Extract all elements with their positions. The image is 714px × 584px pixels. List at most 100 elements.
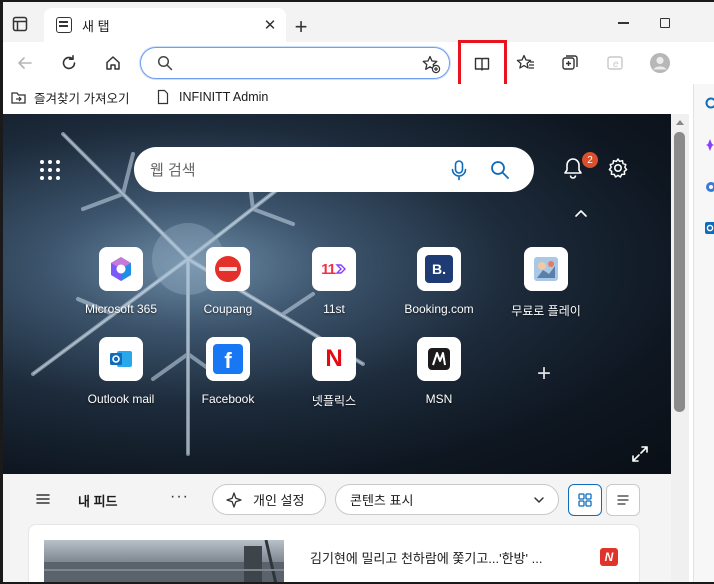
waffle-dot [48, 176, 52, 180]
list-view-icon [617, 495, 629, 505]
ie-mode-button[interactable]: e [599, 47, 631, 79]
tile-label: Coupang [203, 302, 253, 316]
expand-background-button[interactable] [630, 444, 650, 464]
tile-label: Facebook [201, 392, 255, 406]
quick-link-coupang[interactable]: Coupang [178, 247, 278, 329]
game-icon [524, 247, 568, 291]
quick-link-netflix[interactable]: N 넷플릭스 [284, 337, 384, 419]
waffle-dot [40, 176, 44, 180]
booking-logo: B. [425, 255, 453, 283]
tile-label: MSN [425, 392, 453, 406]
scroll-up-icon[interactable] [675, 117, 685, 127]
refresh-button[interactable] [53, 47, 85, 79]
expand-arrows-icon [632, 446, 648, 462]
tab-new-tab[interactable]: 새 탭 ✕ [44, 8, 286, 42]
favorites-star-list-icon [516, 54, 534, 69]
waffle-dot [48, 168, 52, 172]
quick-link-microsoft-365[interactable]: Microsoft 365 [71, 247, 171, 329]
waffle-dot [48, 160, 52, 164]
tile-label: 무료로 플레이 [511, 304, 581, 318]
highlight-annotation-box [458, 40, 507, 89]
quick-link-msn[interactable]: MSN [389, 337, 489, 419]
tile-label: 넷플릭스 [311, 394, 357, 408]
content-display-label: 콘텐츠 표시 [350, 493, 414, 508]
favorites-button[interactable] [510, 47, 542, 79]
collections-button[interactable] [554, 47, 586, 79]
grid-view-button[interactable] [568, 484, 602, 516]
sidebar-copilot-icon[interactable] [703, 138, 714, 152]
feed-menu-button[interactable] [34, 490, 52, 508]
address-input[interactable] [181, 54, 411, 72]
scrollbar-thumb[interactable] [674, 132, 685, 412]
feed-title: 내 피드 [78, 494, 118, 509]
sidebar-search-icon[interactable] [703, 96, 714, 110]
tile-label: Microsoft 365 [84, 302, 158, 316]
waffle-dot [40, 168, 44, 172]
personalize-button[interactable]: 개인 설정 [212, 484, 326, 515]
feed-more-button[interactable]: ··· [170, 488, 189, 506]
tile-label: Outlook mail [87, 392, 155, 406]
import-favorites-icon [11, 92, 26, 104]
11st-icon: 11 [312, 247, 356, 291]
add-favorite-star-icon[interactable] [421, 54, 441, 74]
quick-link-free-games[interactable]: 무료로 플레이 [496, 247, 596, 329]
profile-button[interactable] [644, 47, 676, 79]
waffle-dot [40, 160, 44, 164]
tile-label: 11st [323, 302, 345, 316]
favorites-item-label: INFINITT Admin [179, 90, 269, 104]
internet-explorer-icon: e [607, 56, 623, 70]
news-card-image[interactable] [44, 540, 284, 584]
hamburger-menu-icon [36, 494, 50, 504]
avatar-icon [650, 53, 670, 73]
tab-actions-icon [12, 16, 28, 32]
svg-text:e: e [613, 59, 619, 70]
coupang-icon [206, 247, 250, 291]
app-launcher-button[interactable] [40, 160, 60, 180]
tab-title: 새 탭 [82, 18, 110, 34]
web-search-box[interactable]: 웹 검색 [134, 147, 534, 192]
favorites-bar-item-infinitt[interactable]: INFINITT Admin [156, 86, 268, 108]
waffle-dot [56, 160, 60, 164]
address-bar[interactable] [140, 47, 450, 79]
back-arrow-icon [18, 57, 32, 69]
quick-link-facebook[interactable]: f Facebook [178, 337, 278, 419]
grid-view-icon [578, 493, 592, 507]
refresh-icon [62, 55, 76, 70]
news-photo-art [44, 540, 284, 584]
home-button[interactable] [97, 47, 129, 79]
add-quick-link-button[interactable]: + [528, 358, 560, 390]
quick-link-outlook[interactable]: Outlook mail [71, 337, 171, 419]
back-button[interactable] [9, 47, 41, 79]
quick-link-booking[interactable]: B. Booking.com [389, 247, 489, 329]
favorites-item-label: 즐겨찾기 가져오기 [34, 91, 130, 106]
search-submit-icon[interactable] [490, 160, 510, 180]
news-headline[interactable]: 김기현에 밀리고 천하람에 쫓기고...'한방' ... [310, 548, 542, 567]
maximize-button[interactable] [650, 12, 680, 34]
collapse-quick-links-button[interactable] [572, 205, 590, 223]
collections-icon [562, 55, 578, 70]
waffle-dot [56, 176, 60, 180]
new-tab-button[interactable]: + [288, 14, 314, 40]
sidebar-outlook-icon[interactable] [703, 220, 714, 236]
minimize-icon [617, 22, 629, 24]
page-settings-button[interactable] [606, 156, 630, 180]
web-search-placeholder: 웹 검색 [150, 162, 196, 179]
quick-link-11st[interactable]: 11 11st [284, 247, 384, 329]
minimize-button[interactable] [608, 12, 638, 34]
new-tab-favicon-icon [56, 17, 72, 33]
tab-actions-button[interactable] [6, 10, 34, 38]
msn-icon [417, 337, 461, 381]
microphone-icon[interactable] [450, 159, 468, 181]
home-icon [106, 56, 120, 70]
favorites-bar-item-import[interactable]: 즐겨찾기 가져오기 [10, 86, 129, 108]
content-display-dropdown[interactable]: 콘텐츠 표시 [335, 484, 559, 515]
list-view-button[interactable] [606, 484, 640, 516]
sidebar-shopping-icon[interactable] [703, 180, 714, 194]
personalize-label: 개인 설정 [253, 493, 305, 508]
news-source-logo: N [600, 548, 618, 566]
facebook-icon: f [206, 337, 250, 381]
tab-close-button[interactable]: ✕ [260, 15, 280, 35]
waffle-dot [56, 168, 60, 172]
page-icon [157, 89, 169, 105]
outlook-icon [99, 337, 143, 381]
